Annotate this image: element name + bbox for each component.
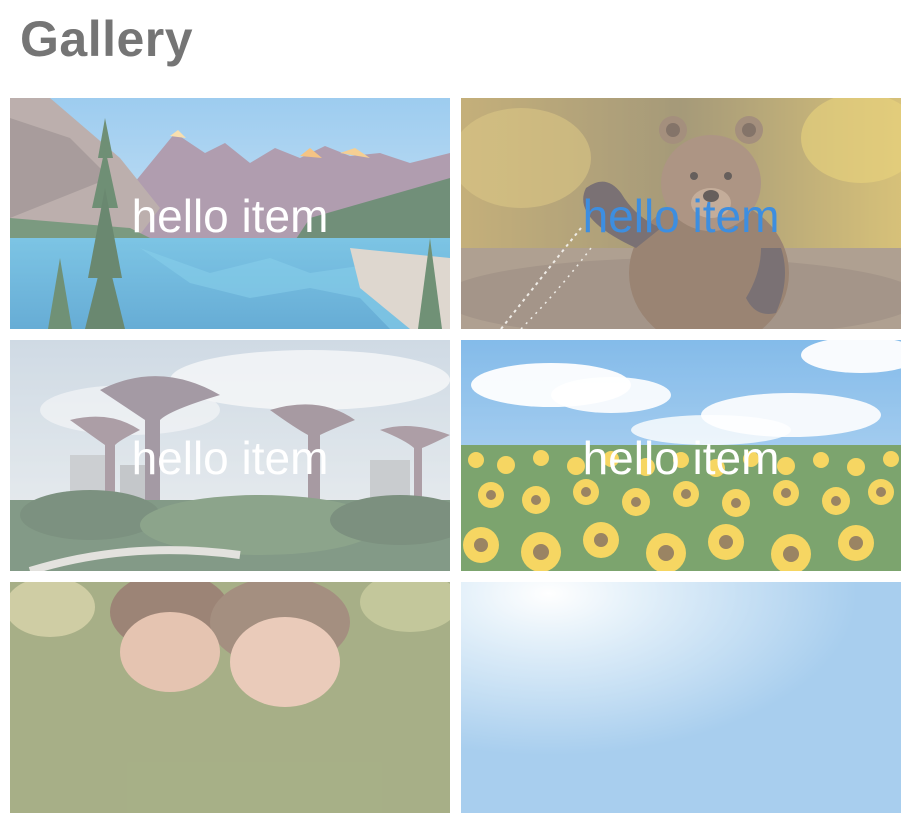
image-overlay — [461, 582, 901, 813]
gallery-item-bear[interactable]: hello item — [461, 98, 901, 329]
item-caption: hello item — [582, 190, 780, 242]
image-overlay — [10, 582, 450, 813]
gallery-item-couple[interactable] — [10, 582, 450, 813]
item-caption: hello item — [582, 432, 780, 484]
gallery-item-sunflowers[interactable]: hello item — [461, 340, 901, 571]
page-title: Gallery — [20, 11, 194, 67]
gallery-item-sky[interactable] — [461, 582, 901, 813]
gallery-grid: hello item hello item hello item hello i… — [10, 98, 901, 813]
item-caption: hello item — [131, 432, 329, 484]
gallery-item-supertrees[interactable]: hello item — [10, 340, 450, 571]
item-caption: hello item — [131, 190, 329, 242]
gallery-item-mountain-lake[interactable]: hello item — [10, 98, 450, 329]
